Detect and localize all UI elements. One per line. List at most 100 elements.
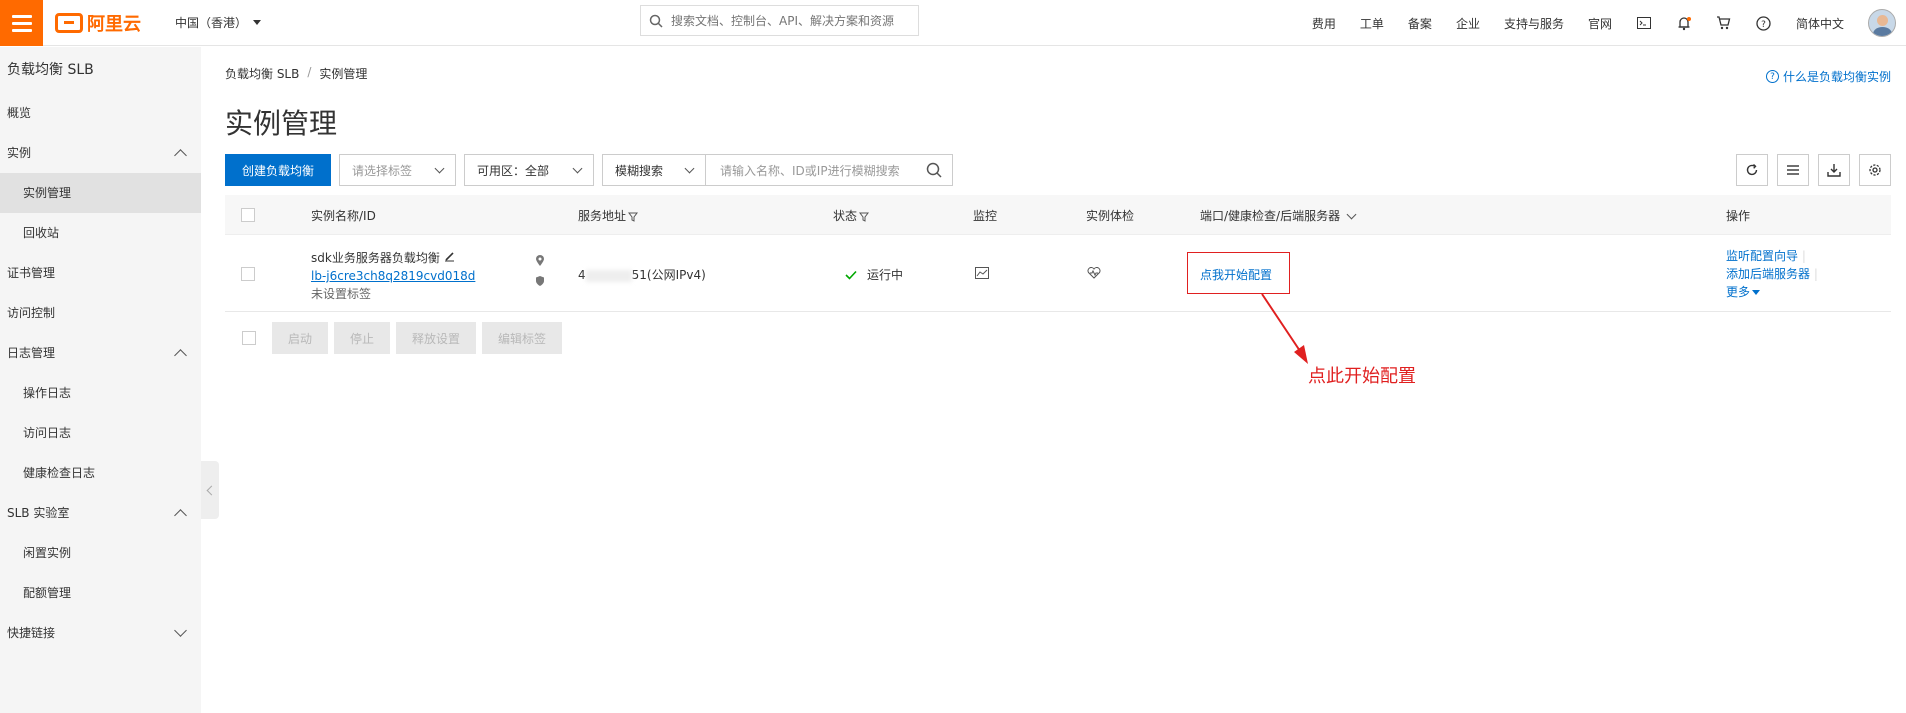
toolbar: 创建负载均衡 请选择标签 可用区：全部 模糊搜索 请输入名称、ID或IP进行模糊… [225,154,954,186]
table-row: sdk业务服务器负载均衡 lb-j6cre3ch8q2819cvd018d 未设… [225,235,1891,312]
start-button[interactable]: 启动 [272,322,329,354]
batch-select-checkbox[interactable] [242,331,256,345]
release-settings-button[interactable]: 释放设置 [396,322,477,354]
question-icon: ? [1765,70,1779,83]
health-heart-icon[interactable] [1087,267,1101,279]
instance-search-input[interactable]: 请输入名称、ID或IP进行模糊搜索 [705,154,954,186]
sidebar-item-instance-management[interactable]: 实例管理 [0,173,201,213]
header-actions: 操作 [1726,209,1751,223]
nav-tickets[interactable]: 工单 [1348,15,1396,32]
cart-icon[interactable] [1704,16,1744,30]
menu-button[interactable] [0,0,43,46]
caret-down-icon [253,20,262,25]
zone-select[interactable]: 可用区：全部 [464,154,595,186]
sidebar-group-logs[interactable]: 日志管理 [0,333,201,373]
language-selector[interactable]: 简体中文 [1784,15,1856,32]
list-icon [1787,165,1799,175]
refresh-icon [1746,163,1758,176]
breadcrumb-current: 实例管理 [319,67,368,81]
instance-id-link[interactable]: lb-j6cre3ch8q2819cvd018d [311,267,475,285]
nav-support[interactable]: 支持与服务 [1492,15,1576,32]
annotation-highlight-box [1187,252,1290,294]
help-icon[interactable]: ? [1744,15,1784,31]
refresh-button[interactable] [1736,154,1768,186]
monitor-chart-icon[interactable] [975,267,989,279]
search-combo: 模糊搜索 请输入名称、ID或IP进行模糊搜索 [602,154,954,186]
chevron-up-icon [174,149,187,162]
sidebar: 负载均衡 SLB 概览 实例 实例管理 回收站 证书管理 访问控制 日志管理 操… [0,47,201,713]
filter-icon[interactable] [859,212,870,222]
bell-icon[interactable] [1664,16,1704,31]
download-button[interactable] [1818,154,1850,186]
header-name: 实例名称/ID [311,209,376,223]
help-link[interactable]: ? 什么是负载均衡实例 [1765,68,1891,85]
status-text: 运行中 [867,268,904,282]
top-nav: 费用 工单 备案 企业 支持与服务 官网 ? 简体中文 [1300,0,1906,46]
sidebar-item-overview[interactable]: 概览 [0,93,201,133]
chevron-down-icon [434,163,445,173]
breadcrumb-root[interactable]: 负载均衡 SLB [225,65,299,82]
sidebar-group-slb-lab[interactable]: SLB 实验室 [0,493,201,533]
listener-wizard-link[interactable]: 监听配置向导 [1726,249,1798,263]
nav-enterprise[interactable]: 企业 [1444,15,1492,32]
header-ports[interactable]: 端口/健康检查/后端服务器 [1200,207,1357,224]
sidebar-collapse-handle[interactable] [201,461,219,519]
search-mode-select[interactable]: 模糊搜索 [602,154,706,186]
nav-website[interactable]: 官网 [1576,15,1624,32]
sidebar-item-certificates[interactable]: 证书管理 [0,253,201,293]
sidebar-group-instances[interactable]: 实例 [0,133,201,173]
region-selector[interactable]: 中国（香港） [175,14,262,31]
sidebar-item-operation-logs[interactable]: 操作日志 [0,373,201,413]
global-search-input[interactable] [671,13,901,28]
row-checkbox[interactable] [241,267,255,281]
top-bar: 阿里云 中国（香港） 费用 工单 备案 企业 支持与服务 官网 ? 简体中文 [0,0,1906,46]
header-status: 状态 [833,207,870,224]
create-slb-button[interactable]: 创建负载均衡 [225,154,332,186]
shield-icon[interactable] [535,275,545,287]
instance-tags: 未设置标签 [311,287,372,301]
sidebar-item-recycle-bin[interactable]: 回收站 [0,213,201,253]
sidebar-item-idle-instances[interactable]: 闲置实例 [0,533,201,573]
select-all-checkbox[interactable] [241,208,255,222]
filter-icon[interactable] [628,212,639,222]
header-address: 服务地址 [578,207,639,224]
nav-fees[interactable]: 费用 [1300,15,1348,32]
tag-select[interactable]: 请选择标签 [339,154,457,186]
header-health: 实例体检 [1086,209,1135,223]
search-icon[interactable] [926,162,942,178]
edit-tags-button[interactable]: 编辑标签 [482,322,563,354]
service-address: 4 51(公网IPv4) [578,268,706,282]
list-settings-button[interactable] [1777,154,1809,186]
global-search[interactable] [640,5,919,36]
table-header: 实例名称/ID 服务地址 状态 监控 实例体检 端口/健康检查/后端服务器 操作 [225,195,1891,235]
aliyun-logo[interactable]: 阿里云 [55,9,141,37]
settings-button[interactable] [1859,154,1891,186]
chevron-down-icon [1346,209,1357,220]
stop-button[interactable]: 停止 [334,322,391,354]
sidebar-group-quick-links[interactable]: 快捷链接 [0,613,201,653]
instance-name: sdk业务服务器负载均衡 [311,249,475,267]
table-tools [1736,154,1891,186]
sidebar-title: 负载均衡 SLB [7,62,94,78]
download-icon [1827,164,1841,177]
sidebar-item-access-control[interactable]: 访问控制 [0,293,201,333]
chevron-down-icon [572,163,583,173]
user-avatar[interactable] [1868,9,1896,37]
add-backend-link[interactable]: 添加后端服务器 [1726,267,1810,281]
chevron-down-icon [174,624,187,637]
annotation-text: 点此开始配置 [1308,366,1416,387]
terminal-icon[interactable] [1624,17,1664,29]
search-icon [649,14,663,28]
aliyun-logo-icon [55,13,83,33]
gear-icon [1869,164,1881,176]
location-pin-icon[interactable] [535,255,545,267]
edit-icon[interactable] [444,251,455,262]
more-actions-dropdown[interactable]: 更多 [1726,283,1818,301]
nav-icp[interactable]: 备案 [1396,15,1444,32]
caret-down-icon [1752,290,1761,295]
sidebar-item-access-logs[interactable]: 访问日志 [0,413,201,453]
batch-actions: 启动 停止 释放设置 编辑标签 [225,322,563,354]
sidebar-item-quota[interactable]: 配额管理 [0,573,201,613]
page-title: 实例管理 [225,107,338,140]
sidebar-item-health-check-logs[interactable]: 健康检查日志 [0,453,201,493]
